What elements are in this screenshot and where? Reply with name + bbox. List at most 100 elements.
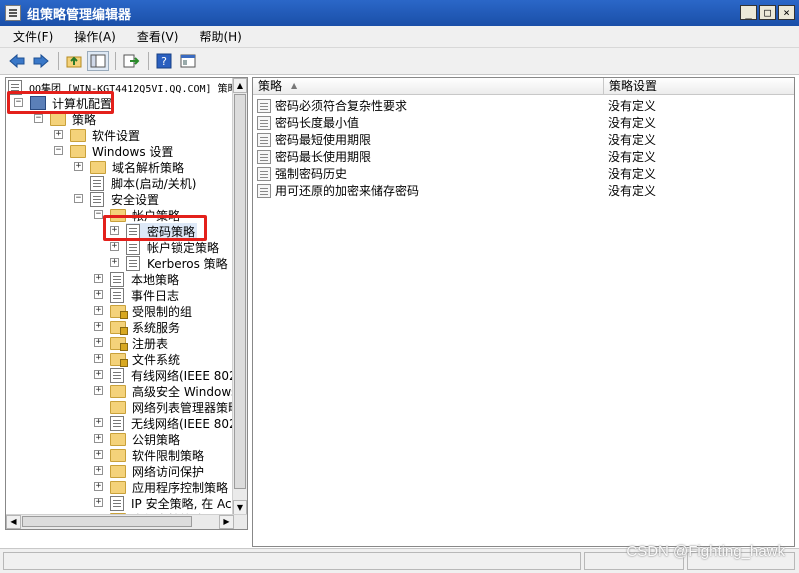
tree-item[interactable]: 文件系统 <box>110 351 182 367</box>
show-hide-tree-button[interactable] <box>87 51 109 71</box>
help-button[interactable]: ? <box>153 51 175 71</box>
expand-icon[interactable]: + <box>74 162 83 171</box>
maximize-button[interactable]: □ <box>759 5 776 20</box>
tree-item[interactable]: 计算机配置 <box>30 95 114 111</box>
watermark: CSDN @Fighting_hawk <box>626 543 785 560</box>
up-level-button[interactable] <box>63 51 85 71</box>
scroll-left-arrow-icon[interactable]: ◀ <box>6 515 21 529</box>
expand-icon[interactable]: + <box>110 242 119 251</box>
policy-document-icon <box>110 367 124 383</box>
expand-icon[interactable]: + <box>54 130 63 139</box>
tree-item[interactable]: 应用程序控制策略 <box>110 479 230 495</box>
tree-item-label: Windows 设置 <box>92 144 174 159</box>
tree-item[interactable]: 公钥策略 <box>110 431 182 447</box>
policy-setting-value: 没有定义 <box>608 99 657 113</box>
export-list-button[interactable] <box>120 51 142 71</box>
tree-horizontal-scroll-thumb[interactable] <box>22 516 192 527</box>
tree-item[interactable]: 注册表 <box>110 335 170 351</box>
expand-icon[interactable]: + <box>94 338 103 347</box>
expand-icon[interactable]: + <box>94 482 103 491</box>
status-cell-main <box>3 552 581 570</box>
collapse-icon[interactable]: − <box>54 146 63 155</box>
policy-row[interactable]: 密码必须符合复杂性要求 没有定义 <box>253 97 793 114</box>
policy-document-icon <box>110 415 124 431</box>
tree-item[interactable]: 高级安全 Windows 防 <box>110 383 234 399</box>
scroll-right-arrow-icon[interactable]: ▶ <box>219 515 234 529</box>
tree-item-label: 网络列表管理器策略 <box>132 400 234 415</box>
expand-icon[interactable]: + <box>94 354 103 363</box>
tree-item[interactable]: 本地策略 <box>110 271 181 287</box>
menu-action[interactable]: 操作(A) <box>61 28 124 45</box>
tree-item[interactable]: 软件设置 <box>70 127 142 143</box>
tree-item[interactable]: 系统服务 <box>110 319 182 335</box>
tree-item[interactable]: 策略 <box>50 111 98 127</box>
policy-setting-icon <box>257 98 271 113</box>
tree-item-label: 软件限制策略 <box>132 448 205 463</box>
expand-icon[interactable]: + <box>94 306 103 315</box>
expand-icon[interactable]: + <box>94 434 103 443</box>
forward-button[interactable] <box>30 51 52 71</box>
expand-icon[interactable]: + <box>94 450 103 459</box>
scroll-up-arrow-icon[interactable]: ▲ <box>233 78 247 93</box>
window-title: 组策略管理编辑器 <box>27 7 132 23</box>
tree-item[interactable]: 软件限制策略 <box>110 447 206 463</box>
tree-item[interactable]: 受限制的组 <box>110 303 194 319</box>
collapse-icon[interactable]: − <box>34 114 43 123</box>
collapse-icon[interactable]: − <box>74 194 83 203</box>
menu-help[interactable]: 帮助(H) <box>186 28 249 45</box>
menu-file[interactable]: 文件(F) <box>0 28 61 45</box>
folder-icon <box>110 384 126 398</box>
tree-item[interactable]: IP 安全策略, 在 Ac <box>110 495 234 511</box>
column-header-setting[interactable]: 策略设置 <box>604 78 794 95</box>
collapse-icon[interactable]: − <box>94 210 103 219</box>
menu-view[interactable]: 查看(V) <box>124 28 187 45</box>
policy-row[interactable]: 强制密码历史 没有定义 <box>253 165 793 182</box>
folder-icon <box>110 208 126 222</box>
folder-icon <box>110 432 126 446</box>
expand-icon[interactable]: + <box>94 290 103 299</box>
tree-item[interactable]: Kerberos 策略 <box>126 255 230 271</box>
back-button[interactable] <box>6 51 28 71</box>
expand-icon[interactable]: + <box>94 386 103 395</box>
column-header-policy[interactable]: 策略 ▲ <box>253 78 604 95</box>
tree-item[interactable]: 网络访问保护 <box>110 463 206 479</box>
tree-root-policy[interactable]: QQ集团 [WIN-KGT4412Q5VI.QQ.COM] 策略 <box>8 79 234 95</box>
tree-horizontal-scrollbar[interactable]: ◀ ▶ <box>6 514 247 529</box>
folder-icon <box>70 128 86 142</box>
expand-icon[interactable]: + <box>94 498 103 507</box>
tree-item[interactable]: 有线网络(IEEE 802. <box>110 367 234 383</box>
sort-ascending-icon: ▲ <box>291 81 298 90</box>
tree-item[interactable]: 无线网络(IEEE 802. <box>110 415 234 431</box>
tree-item[interactable]: 网络列表管理器策略 <box>110 399 234 415</box>
expand-icon[interactable]: + <box>94 418 103 427</box>
expand-icon[interactable]: + <box>94 322 103 331</box>
tree-item[interactable]: 安全设置 <box>90 191 161 207</box>
toolbar: ? <box>0 48 799 75</box>
collapse-icon[interactable]: − <box>14 98 23 107</box>
expand-icon[interactable]: + <box>110 258 119 267</box>
policy-row[interactable]: 用可还原的加密来储存密码 没有定义 <box>253 182 793 199</box>
expand-icon[interactable]: + <box>110 226 119 235</box>
tree-item[interactable]: Windows 设置 <box>70 143 175 159</box>
expand-icon[interactable]: + <box>94 370 103 379</box>
tree-vertical-scroll-thumb[interactable] <box>234 94 246 489</box>
tree-item-label: 域名解析策略 <box>112 160 185 175</box>
tree-item[interactable]: 帐户策略 <box>110 207 182 223</box>
policy-row[interactable]: 密码最长使用期限 没有定义 <box>253 148 793 165</box>
policy-row[interactable]: 密码最短使用期限 没有定义 <box>253 131 793 148</box>
properties-button[interactable] <box>177 51 199 71</box>
tree-item[interactable]: 帐户锁定策略 <box>126 239 221 255</box>
tree-item-label: 公钥策略 <box>132 432 181 447</box>
tree-item[interactable]: 事件日志 <box>110 287 181 303</box>
close-button[interactable]: × <box>778 5 795 20</box>
policy-row[interactable]: 密码长度最小值 没有定义 <box>253 114 793 131</box>
tree-vertical-scrollbar[interactable]: ▲ ▼ <box>232 78 247 515</box>
tree-item[interactable]: 脚本(启动/关机) <box>90 175 198 191</box>
tree-item[interactable]: 密码策略 <box>126 223 198 239</box>
scroll-down-arrow-icon[interactable]: ▼ <box>233 500 247 515</box>
expand-icon[interactable]: + <box>94 274 103 283</box>
expand-icon[interactable]: + <box>94 466 103 475</box>
tree-item[interactable]: 域名解析策略 <box>90 159 186 175</box>
minimize-button[interactable]: _ <box>740 5 757 20</box>
policy-name: 密码最短使用期限 <box>257 131 371 148</box>
